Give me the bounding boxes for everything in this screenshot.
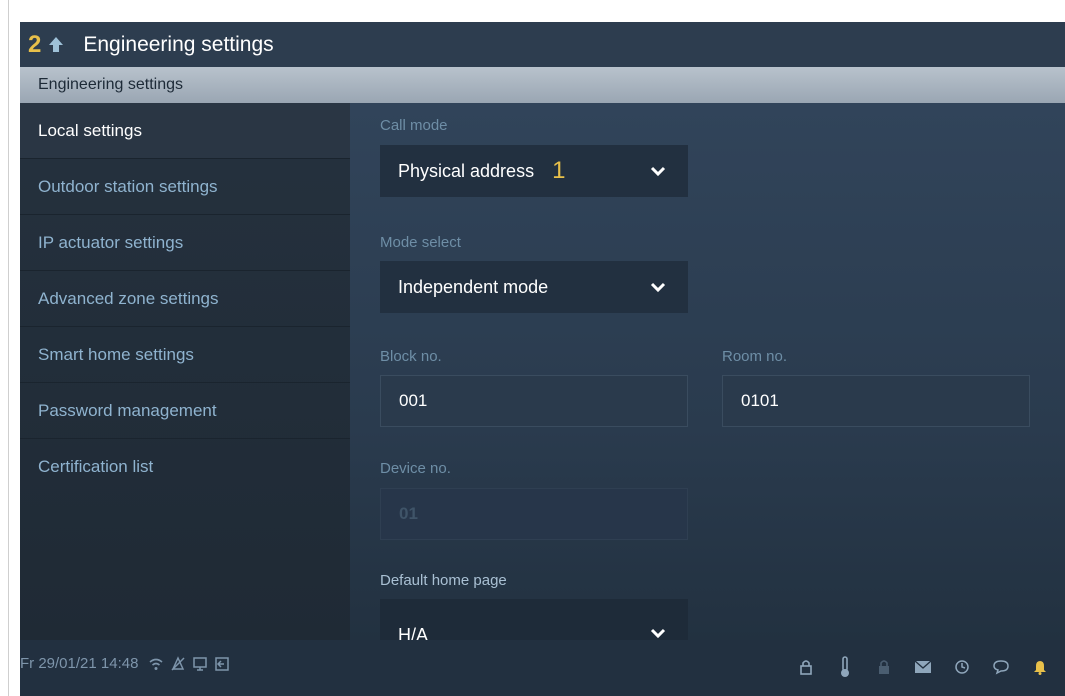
mail-icon[interactable] [912,656,934,678]
sidebar-item-local-settings[interactable]: Local settings [20,103,350,159]
device-no-value: 01 [399,504,418,523]
sidebar-item-outdoor-station-settings[interactable]: Outdoor station settings [20,159,350,215]
room-no-label: Room no. [722,348,788,365]
block-no-field[interactable]: 001 [380,375,688,427]
date-time: Fr 29/01/21 14:48 [20,655,139,672]
sidebar-item-smart-home-settings[interactable]: Smart home settings [20,327,350,383]
default-home-page-label: Default home page [380,572,507,589]
sidebar-item-label: IP actuator settings [38,232,184,252]
status-left: Fr 29/01/21 14:48 [20,655,236,672]
window-frame-left [0,0,9,696]
chevron-down-icon [650,625,666,641]
sidebar-item-ip-actuator-settings[interactable]: IP actuator settings [20,215,350,271]
history-icon[interactable] [951,656,973,678]
thermometer-icon[interactable] [834,656,856,678]
title-bar: 2 Engineering settings [20,22,1065,67]
mode-select-value: Independent mode [398,276,549,297]
block-no-value: 001 [399,391,428,410]
monitor-icon [192,656,208,672]
call-mode-dropdown[interactable]: Physical address 1 [380,145,688,197]
call-mode-value: Physical address [398,160,535,181]
no-disturb-icon [170,655,186,672]
device-no-label: Device no. [380,460,451,477]
sidebar-item-password-management[interactable]: Password management [20,383,350,439]
section-header: Engineering settings [20,67,1065,103]
sidebar-item-label: Local settings [38,120,142,140]
room-no-field[interactable]: 0101 [722,375,1030,427]
back-arrow-icon[interactable] [45,34,67,56]
block-no-label: Block no. [380,348,442,365]
wifi-icon [148,656,164,672]
lock-small-icon[interactable] [873,656,895,678]
mode-select-label: Mode select [380,234,461,251]
callout-number-2: 2 [28,30,42,58]
bell-icon[interactable] [1029,656,1051,678]
sidebar-item-label: Certification list [38,457,154,476]
sidebar-item-label: Password management [38,400,217,420]
sidebar-item-label: Advanced zone settings [38,288,219,308]
sidebar-item-label: Smart home settings [38,344,194,364]
chevron-down-icon [650,279,666,295]
room-no-value: 0101 [741,391,779,410]
sidebar-item-advanced-zone-settings[interactable]: Advanced zone settings [20,271,350,327]
app-window: 2 Engineering settings Engineering setti… [20,22,1065,696]
section-title: Engineering settings [38,76,183,93]
sidebar-item-label: Outdoor station settings [38,176,218,196]
status-bar: Fr 29/01/21 14:48 [20,640,1065,696]
status-right [778,656,1051,678]
page-title: Engineering settings [83,32,274,56]
callout-number-1: 1 [552,157,566,184]
message-icon[interactable] [990,656,1012,678]
default-home-page-dropdown[interactable]: H/A [380,599,688,642]
window-frame-top [0,0,1065,22]
sidebar-item-certification-list[interactable]: Certification list [20,439,350,495]
chevron-down-icon [650,163,666,179]
lock-icon[interactable] [795,656,817,678]
device-no-field: 01 [380,488,688,540]
sidebar: Local settings Outdoor station settings … [20,103,350,642]
settings-content: Call mode Physical address 1 Mode select… [350,103,1065,642]
mode-select-dropdown[interactable]: Independent mode [380,261,688,313]
call-mode-label: Call mode [380,117,448,134]
exit-icon [214,656,230,672]
